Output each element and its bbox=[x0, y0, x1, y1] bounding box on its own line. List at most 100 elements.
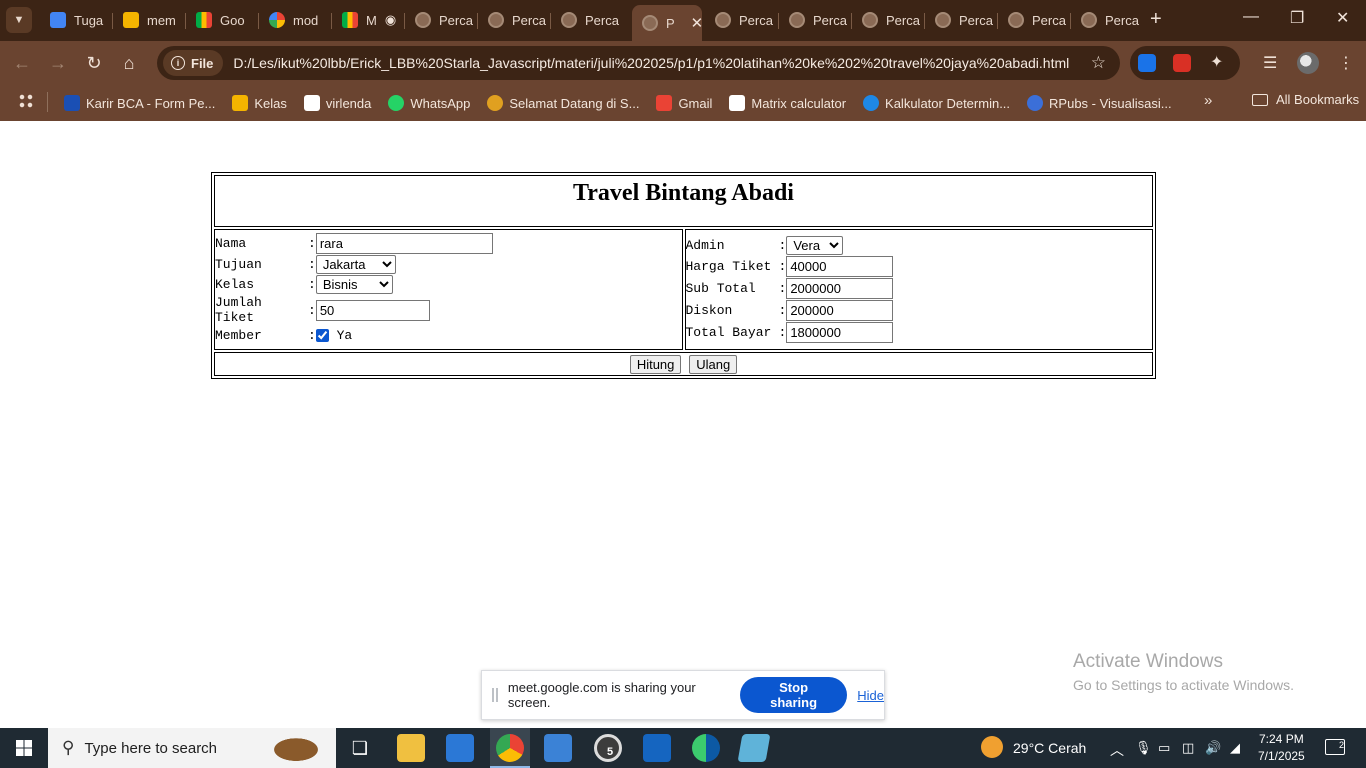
globe-icon bbox=[862, 12, 878, 28]
bookmark-karir-bca[interactable]: Karir BCA - Form Pe... bbox=[64, 95, 215, 111]
notepad-app-icon[interactable] bbox=[737, 734, 771, 762]
tab-perca-2[interactable]: Perca bbox=[478, 6, 551, 34]
tab-perca-6[interactable]: Perca bbox=[852, 6, 925, 34]
tab-perca-1[interactable]: Perca bbox=[405, 6, 478, 34]
tab-meet-recording[interactable]: M ◉ bbox=[332, 6, 405, 34]
tab-label: mem bbox=[147, 12, 176, 28]
tab-perca-4[interactable]: Perca bbox=[705, 6, 779, 34]
vpn-icon[interactable]: ◫ bbox=[1182, 740, 1194, 756]
all-bookmarks-button[interactable]: All Bookmarks bbox=[1252, 92, 1359, 107]
weather-icon[interactable] bbox=[981, 736, 1003, 758]
gmail-icon bbox=[656, 95, 673, 111]
hide-link[interactable]: Hide bbox=[857, 688, 884, 703]
total-bayar-input[interactable] bbox=[786, 321, 894, 343]
restore-icon[interactable]: ❐ bbox=[1290, 8, 1304, 28]
site-info-chip[interactable]: i File bbox=[163, 50, 224, 76]
colon: : bbox=[778, 280, 787, 296]
menu-kebab-icon[interactable]: ⋮ bbox=[1338, 53, 1354, 73]
profile-avatar[interactable] bbox=[1297, 52, 1319, 74]
minimize-icon[interactable]: — bbox=[1243, 8, 1259, 26]
battery-icon[interactable]: ▭ bbox=[1158, 740, 1170, 756]
bookmark-gmail[interactable]: Gmail bbox=[656, 95, 712, 111]
rpubs-icon bbox=[1027, 95, 1044, 111]
close-tab-icon[interactable]: ✕ bbox=[691, 14, 702, 32]
bookmark-label: RPubs - Visualisasi... bbox=[1049, 95, 1172, 111]
whatsapp-icon bbox=[388, 95, 405, 111]
back-icon[interactable]: ← bbox=[10, 51, 34, 75]
microsoft-store-icon[interactable] bbox=[446, 734, 474, 762]
forward-icon[interactable]: → bbox=[46, 51, 70, 75]
tujuan-label: Tujuan bbox=[215, 257, 262, 272]
tab-mem[interactable]: mem bbox=[113, 6, 186, 34]
start-button[interactable] bbox=[0, 728, 48, 768]
home-icon[interactable]: ⌂ bbox=[117, 51, 141, 75]
bookmark-matrix-calculator[interactable]: Matrix calculator bbox=[729, 95, 846, 111]
screen-share-extension-icon[interactable] bbox=[1138, 54, 1156, 72]
notification-center-icon[interactable]: 2 bbox=[1325, 739, 1345, 755]
hitung-button[interactable]: Hitung bbox=[629, 354, 682, 374]
microphone-icon[interactable]: 🎙 bbox=[1135, 740, 1152, 756]
drag-handle-icon[interactable] bbox=[492, 688, 498, 702]
address-bar[interactable]: i File D:/Les/ikut%20lbb/Erick_LBB%20Sta… bbox=[157, 46, 1120, 80]
file-explorer-icon[interactable] bbox=[397, 734, 425, 762]
chrome-icon[interactable] bbox=[496, 734, 524, 762]
member-checkbox[interactable] bbox=[315, 329, 329, 343]
tujuan-select[interactable]: Jakarta bbox=[315, 255, 396, 274]
nama-label: Nama bbox=[215, 236, 247, 251]
bookmark-selamat-datang[interactable]: Selamat Datang di S... bbox=[487, 95, 639, 111]
sub-total-label: Sub Total bbox=[685, 280, 756, 296]
tab-label: Perca bbox=[1105, 12, 1139, 28]
bookmark-rpubs[interactable]: RPubs - Visualisasi... bbox=[1027, 95, 1172, 111]
tab-perca-8[interactable]: Perca bbox=[998, 6, 1071, 34]
more-bookmarks-icon[interactable]: » bbox=[1204, 92, 1212, 109]
bookmark-star-icon[interactable]: ☆ bbox=[1091, 53, 1106, 73]
globe-icon bbox=[488, 12, 504, 28]
red-extension-icon[interactable] bbox=[1173, 54, 1191, 72]
tab-goo[interactable]: Goo bbox=[186, 6, 259, 34]
system-clock[interactable]: 7:24 PM 7/1/2025 bbox=[1258, 731, 1305, 765]
extensions-puzzle-icon[interactable]: ✦ bbox=[1210, 52, 1223, 72]
tab-perca-5[interactable]: Perca bbox=[779, 6, 852, 34]
weather-text[interactable]: 29°C Cerah bbox=[1013, 740, 1086, 756]
ulang-button[interactable]: Ulang bbox=[689, 354, 738, 374]
tab-perca-9[interactable]: Perca bbox=[1071, 6, 1144, 34]
tab-tuga[interactable]: Tuga bbox=[40, 6, 113, 34]
tab-perca-7[interactable]: Perca bbox=[925, 6, 998, 34]
tab-active[interactable]: P ✕ bbox=[632, 5, 702, 41]
speaker-icon[interactable]: 🔊 bbox=[1205, 740, 1221, 756]
harga-tiket-input[interactable] bbox=[786, 255, 894, 277]
close-window-icon[interactable]: ✕ bbox=[1336, 8, 1349, 28]
jumlah-tiket-input[interactable] bbox=[315, 299, 430, 321]
task-view-icon[interactable]: ❏ bbox=[346, 734, 374, 762]
wifi-icon[interactable]: ◢ bbox=[1230, 740, 1240, 756]
diskon-input[interactable] bbox=[786, 299, 894, 321]
bookmark-whatsapp[interactable]: WhatsApp bbox=[388, 95, 470, 111]
tray-chevron-up-icon[interactable]: ︿ bbox=[1110, 740, 1124, 760]
watermark-subtitle: Go to Settings to activate Windows. bbox=[1073, 677, 1294, 693]
bookmark-kalkulator-determinan[interactable]: Kalkulator Determin... bbox=[863, 95, 1010, 111]
apps-grid-icon[interactable] bbox=[18, 93, 34, 109]
tab-search-button[interactable]: ▼ bbox=[6, 7, 32, 33]
tab-mod[interactable]: mod bbox=[259, 6, 332, 34]
colon: : bbox=[778, 237, 787, 253]
stop-sharing-button[interactable]: Stop sharing bbox=[739, 677, 848, 713]
reading-list-icon[interactable]: ☰ bbox=[1263, 53, 1277, 73]
tab-perca-3[interactable]: Perca bbox=[551, 6, 630, 34]
reload-icon[interactable]: ↻ bbox=[82, 51, 106, 75]
edge-icon[interactable] bbox=[692, 734, 720, 762]
tab-label: Perca bbox=[959, 12, 993, 28]
url-text[interactable]: D:/Les/ikut%20lbb/Erick_LBB%20Starla_Jav… bbox=[233, 55, 1069, 71]
calculator-icon[interactable] bbox=[544, 734, 572, 762]
bookmark-label: virlenda bbox=[325, 95, 372, 111]
admin-select[interactable]: Vera bbox=[786, 235, 844, 255]
bookmark-virlenda[interactable]: virlenda bbox=[303, 95, 372, 111]
nama-input[interactable] bbox=[315, 233, 493, 254]
photos-icon[interactable] bbox=[643, 734, 671, 762]
kelas-select[interactable]: Bisnis bbox=[315, 275, 393, 294]
sub-total-input[interactable] bbox=[786, 277, 894, 299]
notification-count: 2 bbox=[1338, 740, 1344, 750]
travel-form-table: Travel Bintang Abadi Nama : Tujuan : Jak… bbox=[211, 172, 1156, 379]
bookmark-kelas[interactable]: Kelas bbox=[232, 95, 287, 111]
bison-search-highlight-icon[interactable] bbox=[262, 732, 330, 764]
new-tab-icon[interactable]: + bbox=[1150, 8, 1162, 31]
